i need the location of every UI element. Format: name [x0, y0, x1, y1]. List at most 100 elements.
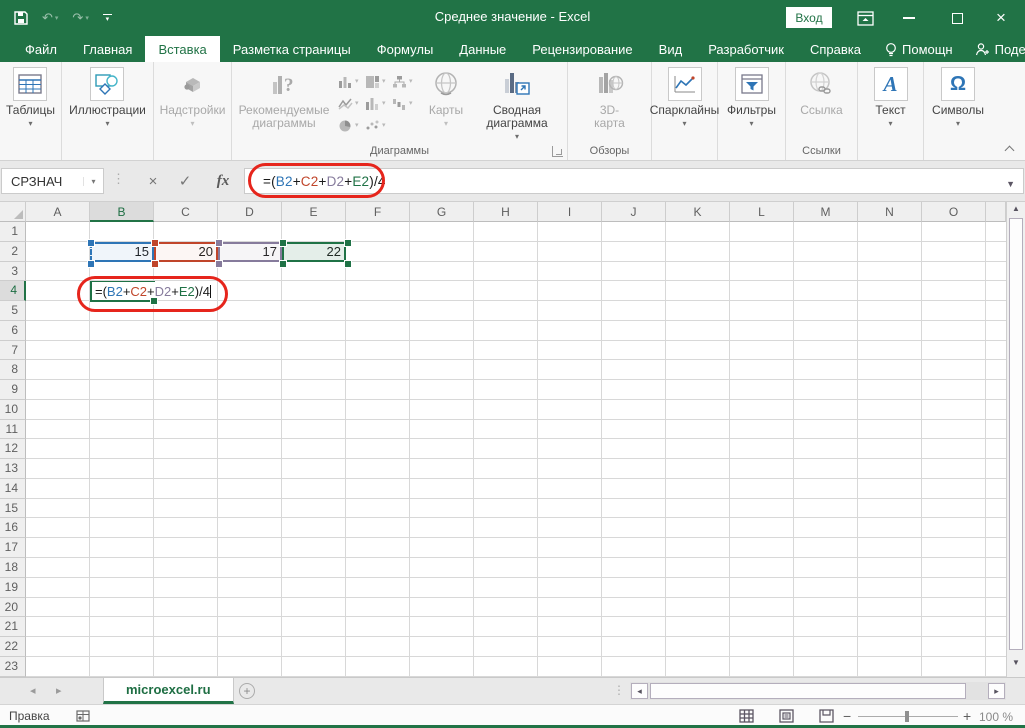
row-header-4[interactable]: 4 — [0, 281, 26, 301]
name-box[interactable]: СРЗНАЧ ▾ — [1, 168, 104, 194]
cell-M14[interactable] — [794, 479, 858, 499]
cell-F21[interactable] — [346, 617, 410, 637]
cell-F13[interactable] — [346, 459, 410, 479]
cell-I18[interactable] — [538, 558, 602, 578]
cell-A7[interactable] — [26, 341, 90, 361]
row-header-17[interactable]: 17 — [0, 538, 26, 558]
cell-J14[interactable] — [602, 479, 666, 499]
cell-K21[interactable] — [666, 617, 730, 637]
page-break-view-button[interactable] — [819, 709, 834, 728]
row-header-11[interactable]: 11 — [0, 420, 26, 440]
cell-G6[interactable] — [410, 321, 474, 341]
cell-N21[interactable] — [858, 617, 922, 637]
normal-view-button[interactable] — [739, 709, 754, 728]
cell-N19[interactable] — [858, 578, 922, 598]
cell-F17[interactable] — [346, 538, 410, 558]
cell-O19[interactable] — [922, 578, 986, 598]
cell-partial[interactable] — [986, 637, 1006, 657]
zoom-level[interactable]: 100 % — [979, 710, 1013, 724]
row-header-20[interactable]: 20 — [0, 598, 26, 618]
cell-L21[interactable] — [730, 617, 794, 637]
cell-E16[interactable] — [282, 518, 346, 538]
sheet-nav-right-icon[interactable]: ▸ — [56, 684, 62, 697]
row-header-2[interactable]: 2 — [0, 242, 26, 262]
cell-O4[interactable] — [922, 281, 986, 301]
tab-help[interactable]: Справка — [797, 36, 874, 62]
scatter-chart-button[interactable]: ▾ — [365, 114, 392, 136]
cell-K22[interactable] — [666, 637, 730, 657]
cell-D2[interactable]: 17 — [218, 242, 282, 262]
cell-H10[interactable] — [474, 400, 538, 420]
cell-C1[interactable] — [154, 222, 218, 242]
cell-M1[interactable] — [794, 222, 858, 242]
cell-J3[interactable] — [602, 262, 666, 282]
cell-H23[interactable] — [474, 657, 538, 677]
sheet-nav-left-icon[interactable]: ◂ — [30, 684, 36, 697]
cell-D6[interactable] — [218, 321, 282, 341]
column-header-M[interactable]: M — [794, 202, 858, 222]
row-header-21[interactable]: 21 — [0, 617, 26, 637]
cell-D21[interactable] — [218, 617, 282, 637]
cell-N16[interactable] — [858, 518, 922, 538]
scroll-down-icon[interactable]: ▼ — [1009, 658, 1023, 667]
cell-N9[interactable] — [858, 380, 922, 400]
tabstrip-splitter[interactable]: ⋮ — [613, 683, 623, 697]
cell-E11[interactable] — [282, 420, 346, 440]
cell-H16[interactable] — [474, 518, 538, 538]
cell-K23[interactable] — [666, 657, 730, 677]
cell-D3[interactable] — [218, 262, 282, 282]
cell-partial[interactable] — [986, 598, 1006, 618]
row-header-14[interactable]: 14 — [0, 479, 26, 499]
cell-B20[interactable] — [90, 598, 154, 618]
cell-A6[interactable] — [26, 321, 90, 341]
cell-F18[interactable] — [346, 558, 410, 578]
cell-F15[interactable] — [346, 499, 410, 519]
formula-bar-grip[interactable]: ⋮ — [112, 171, 123, 187]
cell-O11[interactable] — [922, 420, 986, 440]
cell-I5[interactable] — [538, 301, 602, 321]
tab-developer[interactable]: Разработчик — [695, 36, 797, 62]
cell-partial[interactable] — [986, 459, 1006, 479]
row-header-18[interactable]: 18 — [0, 558, 26, 578]
cell-F22[interactable] — [346, 637, 410, 657]
cell-J21[interactable] — [602, 617, 666, 637]
insert-function-button[interactable]: fx — [210, 168, 236, 194]
cell-B21[interactable] — [90, 617, 154, 637]
cell-G3[interactable] — [410, 262, 474, 282]
cell-M7[interactable] — [794, 341, 858, 361]
cell-partial[interactable] — [986, 499, 1006, 519]
cell-F5[interactable] — [346, 301, 410, 321]
cell-L5[interactable] — [730, 301, 794, 321]
column-header-B[interactable]: B — [90, 202, 154, 222]
cell-A14[interactable] — [26, 479, 90, 499]
cell-J22[interactable] — [602, 637, 666, 657]
cell-D11[interactable] — [218, 420, 282, 440]
zoom-out-button[interactable]: − — [843, 708, 851, 724]
tab-file[interactable]: Файл — [12, 36, 70, 62]
cell-K3[interactable] — [666, 262, 730, 282]
cell-H18[interactable] — [474, 558, 538, 578]
cell-partial[interactable] — [986, 262, 1006, 282]
cell-M13[interactable] — [794, 459, 858, 479]
cell-N4[interactable] — [858, 281, 922, 301]
3d-map-button[interactable]: 3D- карта — [593, 62, 627, 130]
cell-N13[interactable] — [858, 459, 922, 479]
cell-B2[interactable]: 15 — [90, 242, 154, 262]
cell-K9[interactable] — [666, 380, 730, 400]
cell-H7[interactable] — [474, 341, 538, 361]
cell-E6[interactable] — [282, 321, 346, 341]
illustrations-button[interactable]: Иллюстрации ▾ — [69, 62, 146, 128]
cell-D13[interactable] — [218, 459, 282, 479]
cell-G12[interactable] — [410, 439, 474, 459]
sheet-tab-active[interactable]: microexcel.ru — [103, 678, 234, 704]
cell-O23[interactable] — [922, 657, 986, 677]
cell-D19[interactable] — [218, 578, 282, 598]
column-header-I[interactable]: I — [538, 202, 602, 222]
cell-A17[interactable] — [26, 538, 90, 558]
cell-D12[interactable] — [218, 439, 282, 459]
cell-partial[interactable] — [986, 538, 1006, 558]
cell-C7[interactable] — [154, 341, 218, 361]
cell-K1[interactable] — [666, 222, 730, 242]
tab-page-layout[interactable]: Разметка страницы — [220, 36, 364, 62]
cell-G7[interactable] — [410, 341, 474, 361]
